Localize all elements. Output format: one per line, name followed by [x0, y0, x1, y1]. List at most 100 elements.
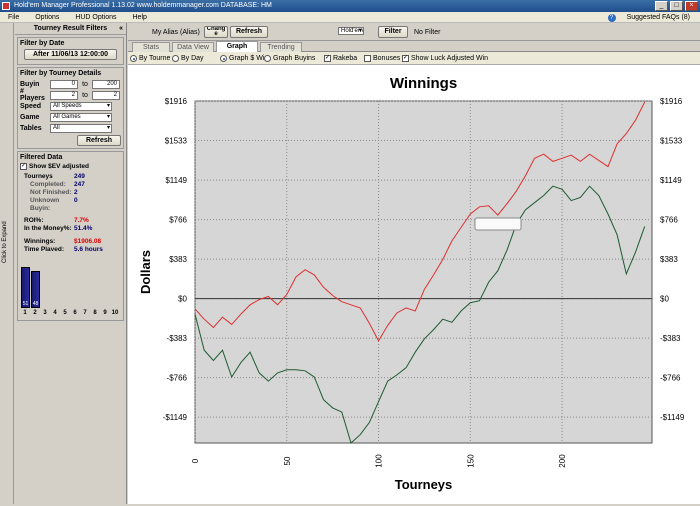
- x-tick-label: 200: [558, 454, 567, 468]
- filter-panel: Tourney Result Filters « Filter by Date …: [15, 23, 127, 504]
- finish-count: 51: [22, 301, 29, 307]
- roi-label: ROI%:: [24, 217, 44, 224]
- tab-data-view[interactable]: Data View: [172, 42, 214, 52]
- y-tick-label-right: $383: [660, 255, 678, 264]
- change-alias-button[interactable]: Chang e: [204, 26, 228, 38]
- luck-adjusted-checkbox[interactable]: ✓: [402, 55, 409, 62]
- roi-value: 7.7%: [74, 217, 89, 224]
- refresh-filter-button[interactable]: Refresh: [77, 135, 121, 146]
- expand-strip[interactable]: Click to Expand: [0, 23, 14, 504]
- players-to-label: to: [82, 91, 88, 99]
- filter-button[interactable]: Filter: [378, 26, 408, 38]
- tab-stats[interactable]: Stats: [132, 42, 170, 52]
- game-type-select[interactable]: Hold'em: [338, 27, 364, 35]
- game-select[interactable]: All Games: [50, 112, 112, 122]
- menu-bar: File Options HUD Options Help ? Suggested…: [0, 12, 700, 23]
- stat-label: Buyin:: [30, 205, 51, 212]
- app-icon: [2, 2, 10, 10]
- rakeback-checkbox[interactable]: ✓: [324, 55, 331, 62]
- speed-label: Speed: [20, 102, 42, 110]
- stat-label: Unknown: [30, 197, 60, 204]
- y-tick-label-left: $1533: [165, 137, 188, 146]
- y-tick-label-right: -$766: [660, 374, 681, 383]
- x-axis-label: Tourneys: [395, 477, 453, 492]
- menu-options[interactable]: Options: [35, 14, 59, 21]
- finish-position-label: 5: [63, 310, 67, 316]
- tab-trending[interactable]: Trending: [260, 42, 302, 52]
- close-icon[interactable]: ×: [685, 1, 698, 11]
- buyin-to-input[interactable]: 200: [92, 79, 120, 89]
- y-tick-label-right: $0: [660, 295, 669, 304]
- bonuses-checkbox[interactable]: [364, 55, 371, 62]
- y-tick-label-right: $1916: [660, 97, 683, 106]
- players-to-input[interactable]: 2: [92, 90, 120, 100]
- graph-buyins-radio[interactable]: [264, 55, 271, 62]
- finish-bar: 48: [31, 271, 40, 308]
- menu-help[interactable]: Help: [133, 14, 147, 21]
- buyin-from-input[interactable]: 0: [50, 79, 78, 89]
- stat-row: Buyin:: [20, 205, 121, 213]
- players-from-input[interactable]: 2: [50, 90, 78, 100]
- refresh-button[interactable]: Refresh: [230, 26, 268, 38]
- menu-hud-options[interactable]: HUD Options: [75, 14, 116, 21]
- stat-row: Tourneys 249: [20, 173, 121, 181]
- x-tick-label: 0: [191, 458, 200, 463]
- y-tick-label-left: $766: [169, 216, 187, 225]
- menu-file[interactable]: File: [8, 14, 19, 21]
- finish-position-label: 10: [111, 310, 119, 316]
- itm-label: In the Money%:: [24, 225, 72, 232]
- finish-position-label: 1: [23, 310, 27, 316]
- window-controls: _ □ ×: [655, 1, 698, 11]
- ev-adjusted-label: Show $EV adjusted: [29, 163, 89, 170]
- buyin-label: Buyin: [20, 80, 40, 88]
- alias-toolbar: My Alias (Alias) Chang e Refresh Hold'em…: [128, 23, 700, 41]
- y-tick-label-right: $1533: [660, 137, 683, 146]
- winnings-value: $1906.08: [74, 238, 102, 245]
- graph-winnings-radio[interactable]: [220, 55, 227, 62]
- y-tick-label-left: $1916: [165, 97, 188, 106]
- minimize-icon[interactable]: _: [655, 1, 668, 11]
- filter-status: No Filter: [414, 29, 441, 36]
- y-tick-label-left: $0: [178, 295, 187, 304]
- ev-adjusted-checkbox[interactable]: ✓: [20, 163, 27, 170]
- luck-adjusted-label: Show Luck Adjusted Win: [411, 55, 489, 62]
- by-tourney-radio[interactable]: [130, 55, 137, 62]
- window-titlebar: Hold'em Manager Professional 1.13.02 www…: [0, 0, 700, 12]
- graph-winnings-label: Graph $ Wi: [229, 55, 265, 62]
- finish-position-label: 4: [53, 310, 57, 316]
- window-title: Hold'em Manager Professional 1.13.02 www…: [14, 2, 272, 9]
- hover-tooltip: [474, 217, 522, 231]
- suggested-faqs-link[interactable]: ? Suggested FAQs (8): [600, 12, 696, 23]
- finish-position-label: 6: [73, 310, 77, 316]
- date-filter-button[interactable]: After 11/06/13 12:00:00: [24, 49, 117, 60]
- stat-value: 2: [74, 189, 78, 196]
- maximize-icon[interactable]: □: [670, 1, 683, 11]
- stat-row: Completed: 247: [20, 181, 121, 189]
- y-tick-label-right: -$383: [660, 334, 681, 343]
- expand-label: Click to Expand: [2, 221, 8, 263]
- stat-value: 0: [74, 197, 78, 204]
- plot-area: [194, 100, 653, 444]
- filter-by-date-section: Filter by Date After 11/06/13 12:00:00: [17, 37, 124, 65]
- buyin-to-label: to: [82, 80, 88, 88]
- stat-label: Completed:: [30, 181, 66, 188]
- finish-position-label: 8: [93, 310, 97, 316]
- rakeback-label: Rakeba: [333, 55, 358, 62]
- filter-by-details-title: Filter by Tourney Details: [20, 70, 102, 77]
- chart-title: Winnings: [390, 75, 457, 92]
- finish-position-label: 3: [43, 310, 47, 316]
- winnings-chart-svg: $1916 $1916 $1533 $1533 $1149 $1149 $766 $766 $3…: [138, 75, 685, 492]
- filter-by-date-title: Filter by Date: [20, 40, 65, 47]
- stat-row: Unknown 0: [20, 197, 121, 205]
- speed-select[interactable]: All Speeds: [50, 101, 112, 111]
- faq-label: Suggested FAQs (8): [626, 14, 690, 21]
- tab-graph[interactable]: Graph: [216, 41, 258, 52]
- by-day-radio[interactable]: [172, 55, 179, 62]
- winnings-label: Winnings:: [24, 238, 56, 245]
- tables-select[interactable]: All: [50, 123, 112, 133]
- bonuses-label: Bonuses: [373, 55, 401, 62]
- players-label: # Players: [20, 88, 45, 102]
- collapse-icon[interactable]: «: [119, 23, 123, 35]
- x-tick-label: 150: [466, 454, 475, 468]
- stat-label: Not Finished:: [30, 189, 72, 196]
